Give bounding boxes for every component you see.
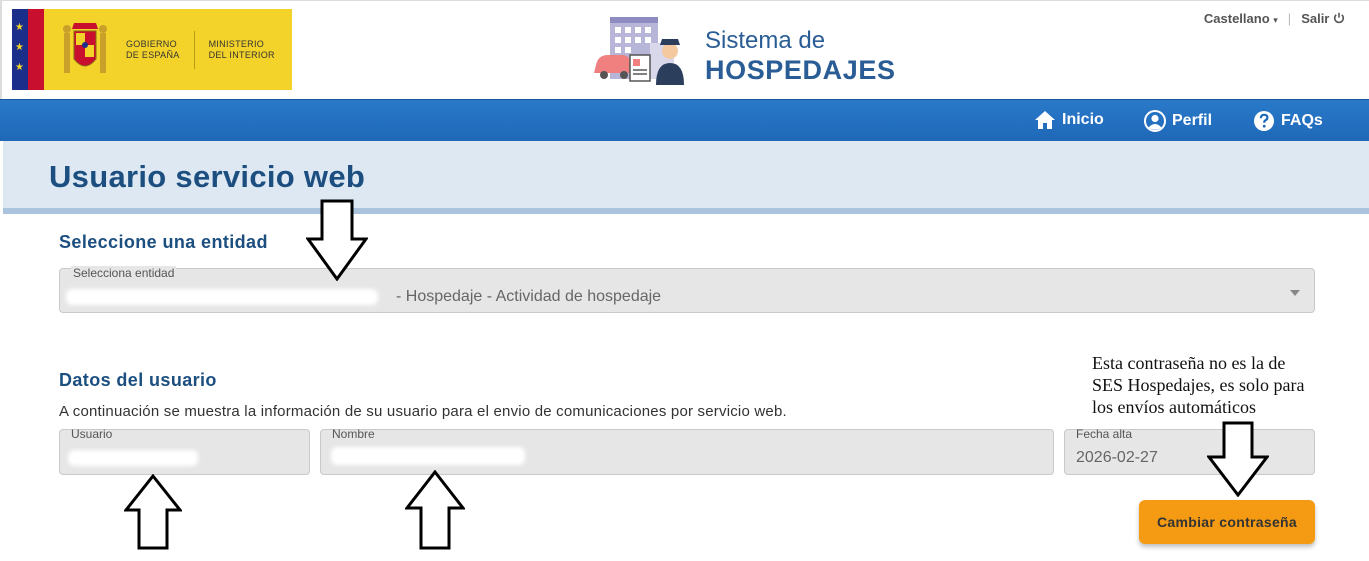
chevron-down-icon: ▾ (1273, 15, 1278, 25)
nombre-field-label: Nombre (332, 427, 375, 441)
fecha-alta-value: 2026-02-27 (1076, 449, 1158, 466)
user-data-heading: Datos del usuario (59, 370, 217, 390)
user-info-text: A continuación se muestra la información… (59, 403, 787, 420)
nombre-field[interactable]: Nombre (320, 427, 1054, 475)
redacted-entity-name (66, 289, 378, 305)
gobierno-logo[interactable]: ★ ★ ★ GOBIERNO DE ESPAÑA MINISTERIO DEL … (12, 9, 292, 90)
star-icon: ★ (15, 22, 24, 33)
gov-line1: GOBIERNO (126, 38, 177, 49)
usuario-field-label: Usuario (71, 427, 113, 441)
change-password-button[interactable]: Cambiar contraseña (1139, 500, 1315, 544)
ministry-line2: DEL INTERIOR (208, 49, 275, 60)
entity-select-value: - Hospedaje - Actividad de hospedaje (396, 288, 662, 305)
arrow-down-icon (1207, 421, 1269, 497)
gov-line2: DE ESPAÑA (126, 49, 180, 60)
nav-faqs-label: FAQs (1281, 112, 1323, 129)
nav-inicio-label: Inicio (1062, 111, 1104, 128)
redacted-usuario (68, 450, 198, 466)
arrow-up-icon (405, 470, 465, 550)
flag-stripe: ★ ★ ★ (12, 9, 44, 90)
entity-select[interactable]: Selecciona entidad - Hospedaje - Activid… (59, 266, 1315, 313)
nav-item-faqs[interactable]: FAQs (1253, 110, 1323, 132)
logout-label: Salir (1301, 11, 1330, 26)
ministry-line1: MINISTERIO (208, 38, 265, 49)
annotation-note: Esta contraseña no es la de SES Hospedaj… (1092, 352, 1368, 418)
nav-perfil-label: Perfil (1172, 112, 1213, 129)
header: ★ ★ ★ GOBIERNO DE ESPAÑA MINISTERIO DEL … (0, 0, 1369, 99)
usuario-field[interactable]: Usuario (59, 427, 310, 475)
entity-heading: Seleccione una entidad (59, 232, 268, 252)
coat-of-arms-icon (63, 22, 107, 73)
main-navbar: Inicio Perfil FAQs (0, 99, 1369, 141)
redacted-nombre (331, 447, 525, 465)
language-selector[interactable]: Castellano ▾ (1204, 11, 1278, 26)
gobierno-text: GOBIERNO DE ESPAÑA (126, 39, 180, 61)
note-line3: los envíos automáticos (1092, 397, 1256, 417)
divider: | (1287, 11, 1292, 26)
arrow-down-icon (306, 199, 368, 281)
chevron-down-icon (1290, 290, 1300, 296)
top-links: Castellano ▾ | Salir (1204, 11, 1345, 26)
arrow-up-icon (124, 474, 182, 550)
logout-link[interactable]: Salir (1301, 11, 1345, 26)
ministerio-text: MINISTERIO DEL INTERIOR (209, 39, 275, 61)
language-label: Castellano (1203, 11, 1270, 26)
star-icon: ★ (15, 62, 24, 73)
power-icon (1333, 12, 1345, 24)
note-line2: SES Hospedajes, es solo para (1092, 375, 1305, 395)
nav-item-inicio[interactable]: Inicio (1034, 110, 1104, 130)
user-icon (1144, 110, 1166, 132)
title-band-underline (3, 208, 1369, 214)
fecha-alta-label: Fecha alta (1076, 427, 1133, 441)
app-brand[interactable]: Sistema de HOSPEDAJES (592, 13, 912, 89)
entity-select-label: Selecciona entidad (71, 266, 177, 280)
home-icon (1035, 111, 1055, 129)
question-icon (1254, 111, 1274, 131)
page-title: Usuario servicio web (49, 159, 366, 194)
nav-item-perfil[interactable]: Perfil (1144, 110, 1212, 132)
app-title-line1: Sistema de (705, 27, 826, 54)
app-title-line2: HOSPEDAJES (705, 55, 896, 85)
star-icon: ★ (15, 42, 24, 53)
hospedajes-logo-icon (594, 17, 684, 85)
note-line1: Esta contraseña no es la de (1092, 353, 1286, 373)
title-band: Usuario servicio web (3, 141, 1369, 208)
fecha-alta-field[interactable]: Fecha alta 2026-02-27 (1064, 427, 1315, 475)
